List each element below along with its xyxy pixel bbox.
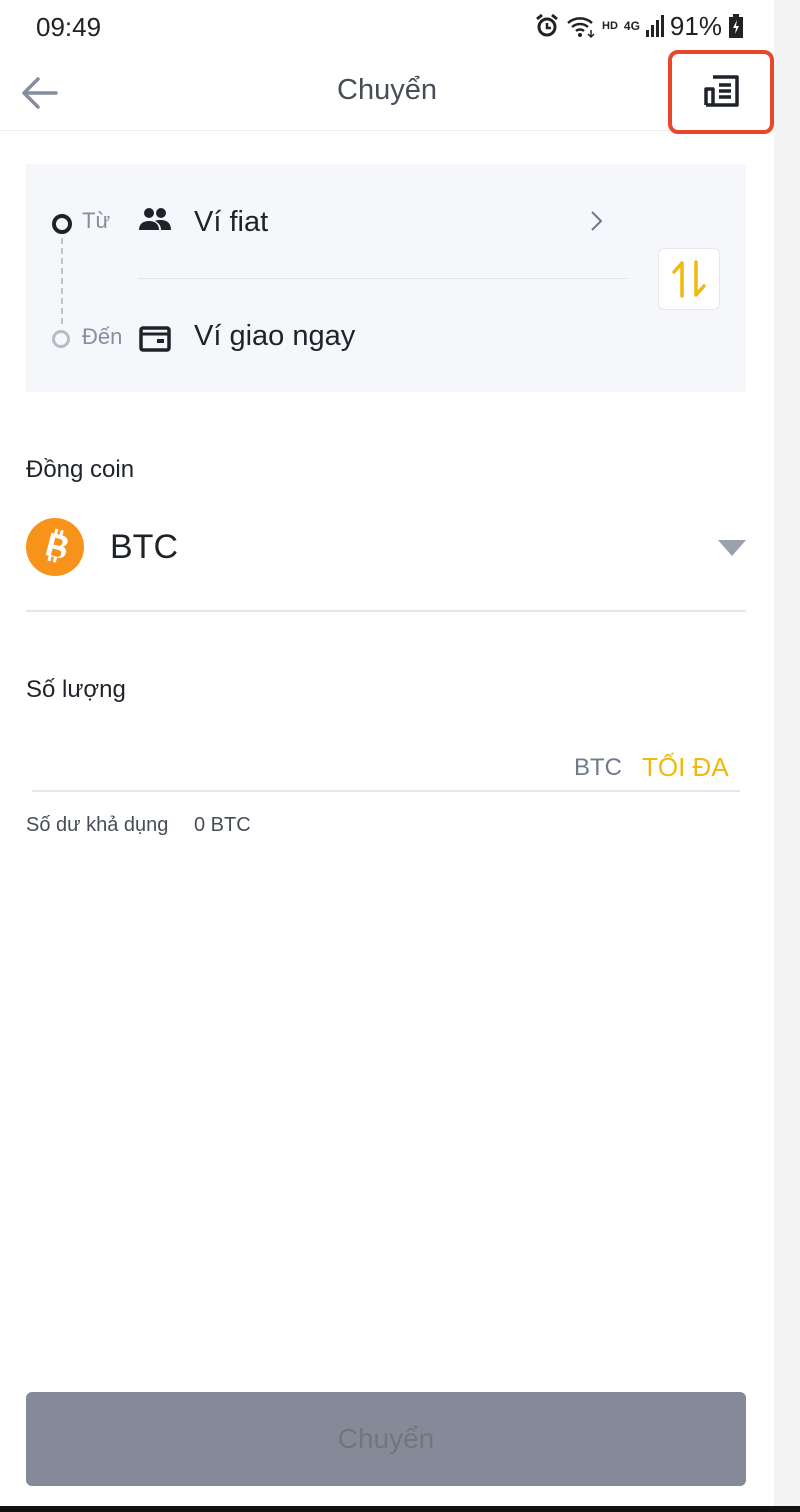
from-to-connector bbox=[61, 238, 63, 324]
top-app-bar: Chuyển bbox=[0, 50, 774, 134]
transfer-history-button[interactable] bbox=[668, 50, 774, 134]
coin-selector[interactable]: BTC bbox=[26, 514, 746, 612]
page-title: Chuyển bbox=[337, 74, 437, 106]
battery-percent: 91% bbox=[669, 10, 722, 41]
network-type: 4G bbox=[623, 19, 640, 33]
amount-field: BTC TỐI ĐA bbox=[32, 740, 740, 792]
available-balance-value: 0 BTC bbox=[194, 814, 251, 836]
to-label: Đến bbox=[82, 324, 123, 349]
signal-icon bbox=[645, 15, 664, 37]
bitcoin-icon bbox=[26, 518, 84, 576]
from-dot bbox=[52, 214, 72, 234]
amount-unit: BTC bbox=[574, 754, 622, 781]
hd-indicator: HD bbox=[602, 20, 618, 32]
wifi-icon bbox=[567, 17, 595, 38]
users-icon bbox=[139, 208, 171, 230]
to-dot bbox=[52, 330, 70, 348]
max-button[interactable]: TỐI ĐA bbox=[642, 752, 729, 783]
from-label: Từ bbox=[82, 208, 111, 233]
transfer-submit-button[interactable]: Chuyển bbox=[26, 1392, 746, 1486]
wallet-icon bbox=[139, 326, 171, 352]
swap-direction-button[interactable] bbox=[658, 248, 720, 310]
alarm-icon bbox=[536, 13, 558, 37]
coin-label: Đồng coin bbox=[26, 456, 135, 483]
to-wallet-selector[interactable]: Ví giao ngay bbox=[194, 320, 355, 353]
amount-label: Số lượng bbox=[26, 676, 126, 703]
from-wallet-selector[interactable]: Ví fiat bbox=[194, 206, 268, 239]
caret-down-icon bbox=[718, 540, 746, 556]
bottom-edge-strip bbox=[0, 1506, 800, 1512]
swap-vertical-icon bbox=[672, 260, 706, 298]
status-icons: HD 4G 91% bbox=[534, 10, 744, 42]
selected-coin: BTC bbox=[110, 528, 178, 566]
transfer-direction-card: Từ Ví fiat Đến Ví giao ngay bbox=[26, 164, 746, 392]
amount-input[interactable] bbox=[32, 746, 536, 788]
screen-edge-strip bbox=[774, 0, 800, 1512]
available-balance-label: Số dư khả dụng bbox=[26, 814, 169, 836]
transfer-history-icon bbox=[704, 75, 739, 107]
status-time: 09:49 bbox=[36, 12, 102, 42]
chevron-right-icon[interactable] bbox=[586, 208, 606, 234]
card-divider bbox=[138, 278, 628, 279]
battery-charging-icon bbox=[728, 14, 743, 38]
